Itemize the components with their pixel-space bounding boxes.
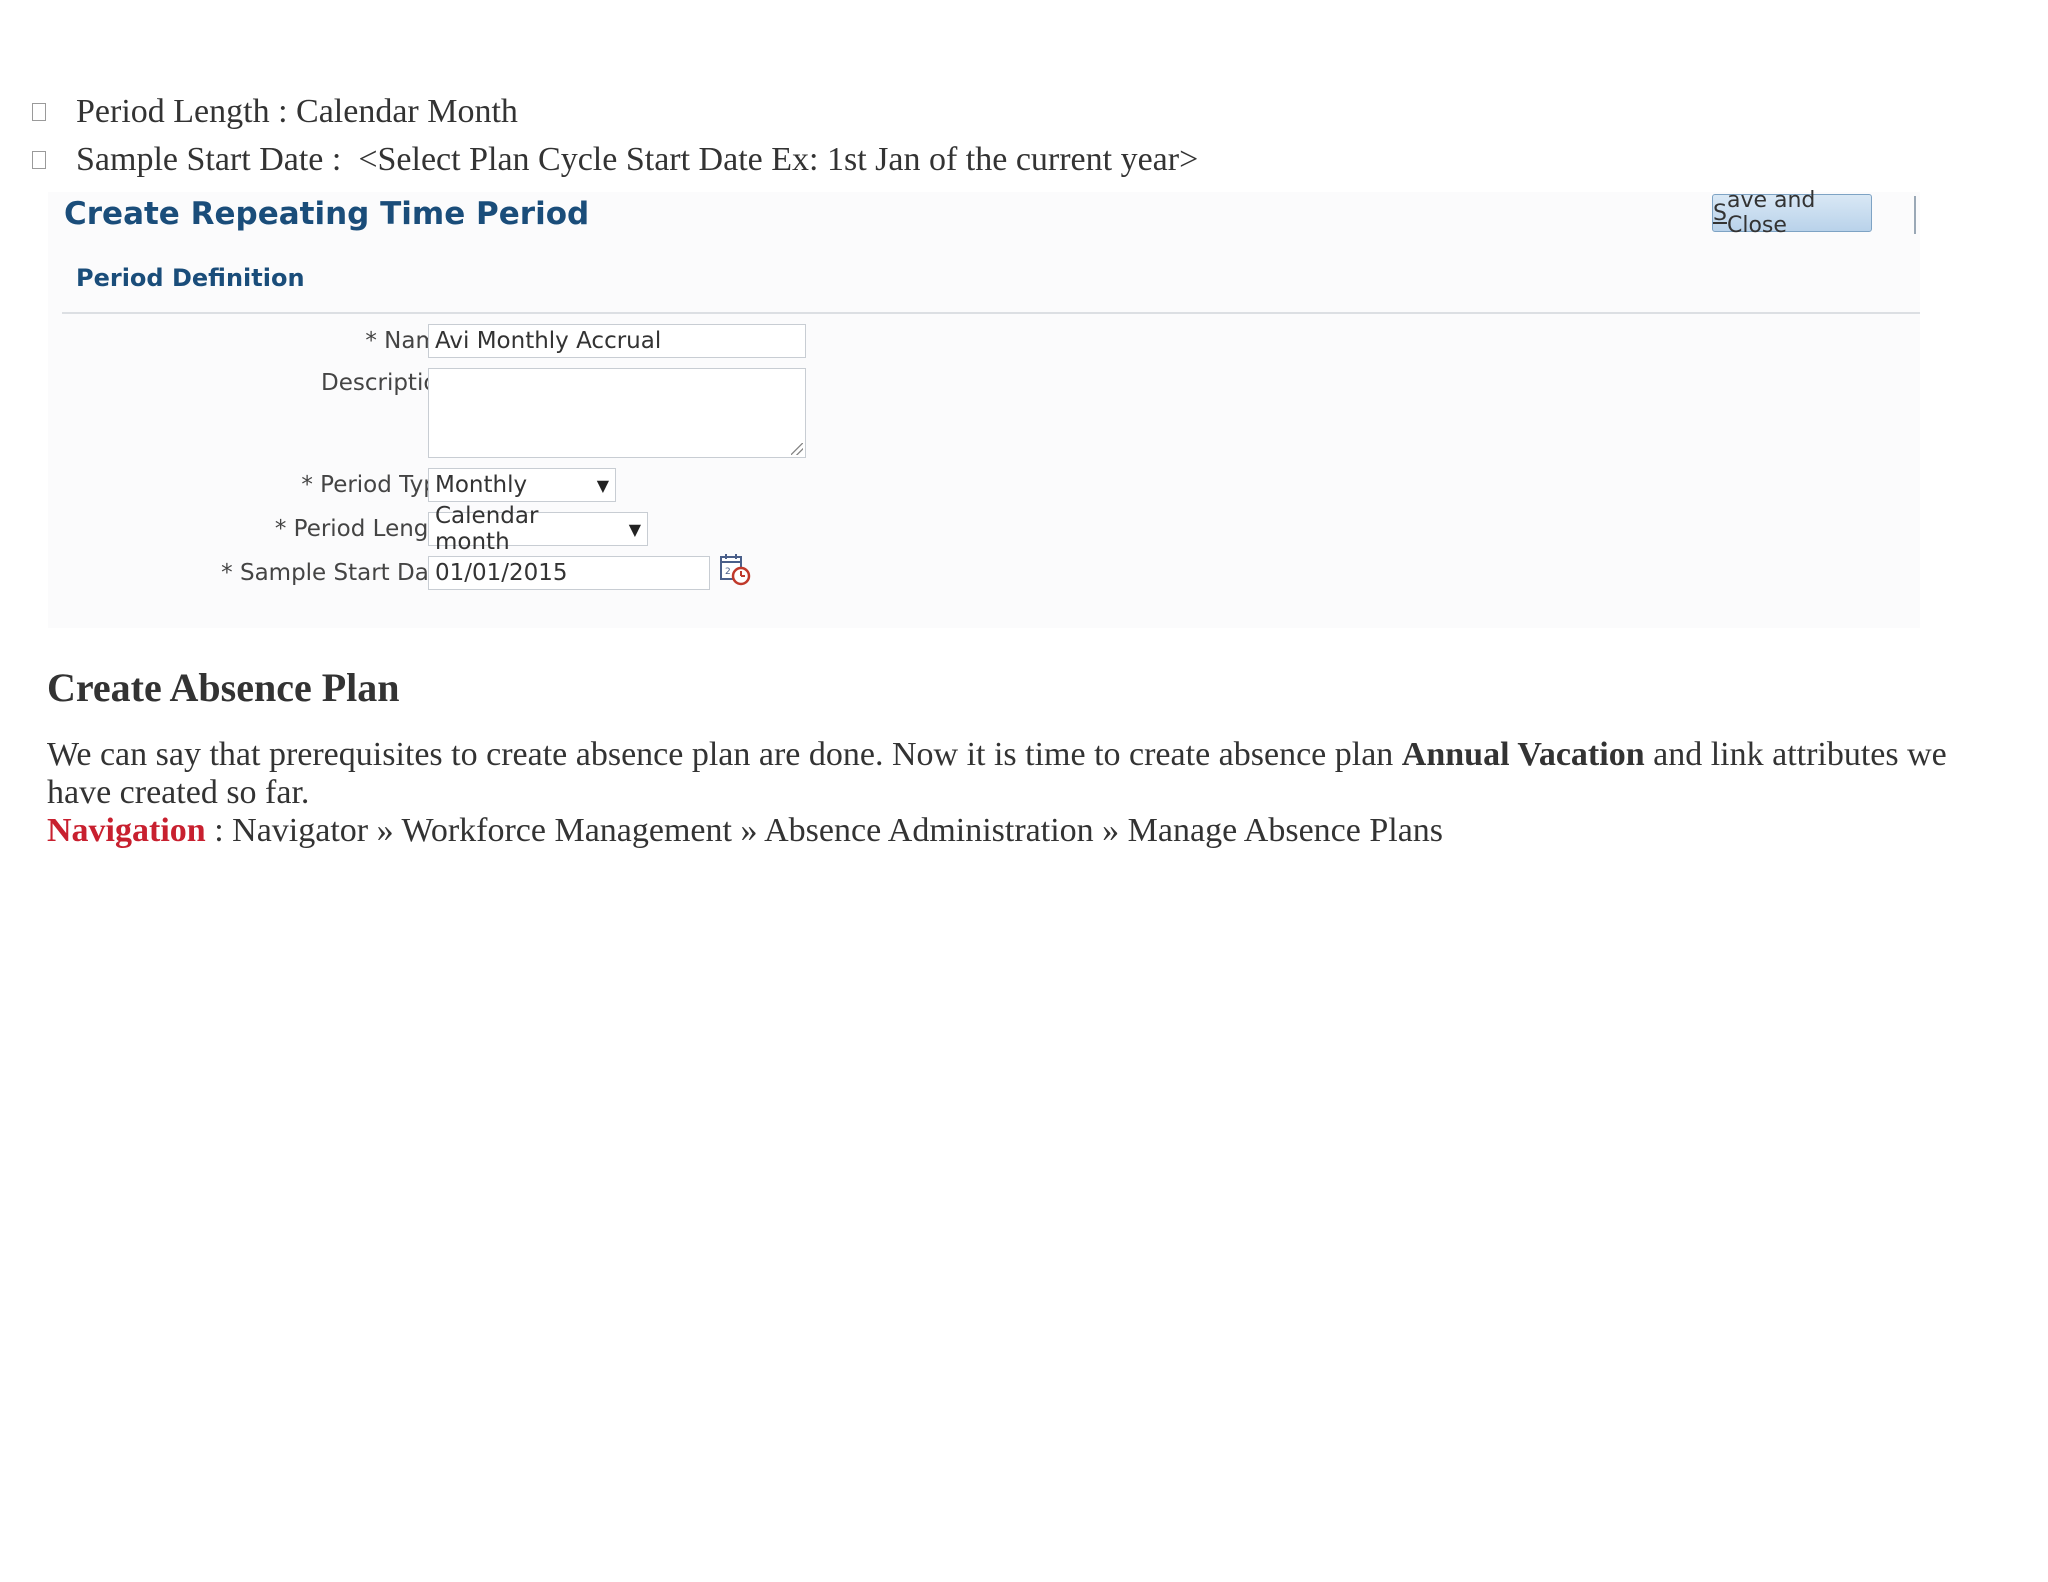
navigation-line: Navigation : Navigator » Workforce Manag… [47,812,1443,850]
section-title: Period Definition [76,264,305,292]
section-heading: Create Absence Plan [47,665,400,710]
bullet-box-icon [32,103,46,121]
description-textarea[interactable] [428,368,806,458]
section-divider [62,312,1920,314]
panel-title: Create Repeating Time Period [64,196,590,232]
calendar-icon[interactable]: 2 [718,552,752,586]
create-repeating-time-period-panel: Create Repeating Time Period Save and Cl… [48,188,1920,628]
paragraph-text-before: We can say that prerequisites to create … [47,736,1402,773]
period-length-value: Calendar month [435,503,539,555]
bullet-separator: : [278,93,288,130]
save-button-accesskey: S [1713,200,1727,226]
sample-start-date-label: * Sample Start Date [221,560,452,586]
period-length-select[interactable]: Calendar month ▼ [428,503,648,555]
period-type-select[interactable]: Monthly ▼ [428,468,616,502]
plan-name-bold: Annual Vacation [1401,736,1645,773]
save-button-label: ave and Close [1726,188,1816,238]
svg-text:2: 2 [725,567,731,577]
bullet-sample-start-date: Sample Start Date : <Select Plan Cycle S… [32,136,1198,184]
navigation-label: Navigation [47,812,206,849]
save-and-close-button[interactable]: Save and Close [1712,188,1872,238]
bullet-value: <Select Plan Cycle Start Date Ex: 1st Ja… [358,141,1199,178]
bullet-value: Calendar Month [296,93,518,130]
bullet-list: Period Length : Calendar Month Sample St… [32,88,1198,184]
bullet-period-length: Period Length : Calendar Month [32,88,1198,136]
name-field[interactable]: Avi Monthly Accrual [428,324,806,358]
toolbar-divider [1914,196,1916,234]
bullet-separator: : [331,141,342,178]
period-type-value: Monthly [435,472,528,498]
chevron-down-icon: ▼ [596,475,609,495]
period-length-label: * Period Length [274,516,452,542]
bullet-box-icon [32,151,46,169]
bullet-label: Period Length [76,93,270,130]
chevron-down-icon: ▼ [628,519,641,539]
bullet-label: Sample Start Date [76,141,324,178]
navigation-path: : Navigator » Workforce Management » Abs… [205,812,1444,849]
sample-start-date-field[interactable]: 01/01/2015 [428,556,710,590]
resize-grip-icon[interactable] [791,443,803,455]
intro-paragraph: We can say that prerequisites to create … [47,736,2007,812]
